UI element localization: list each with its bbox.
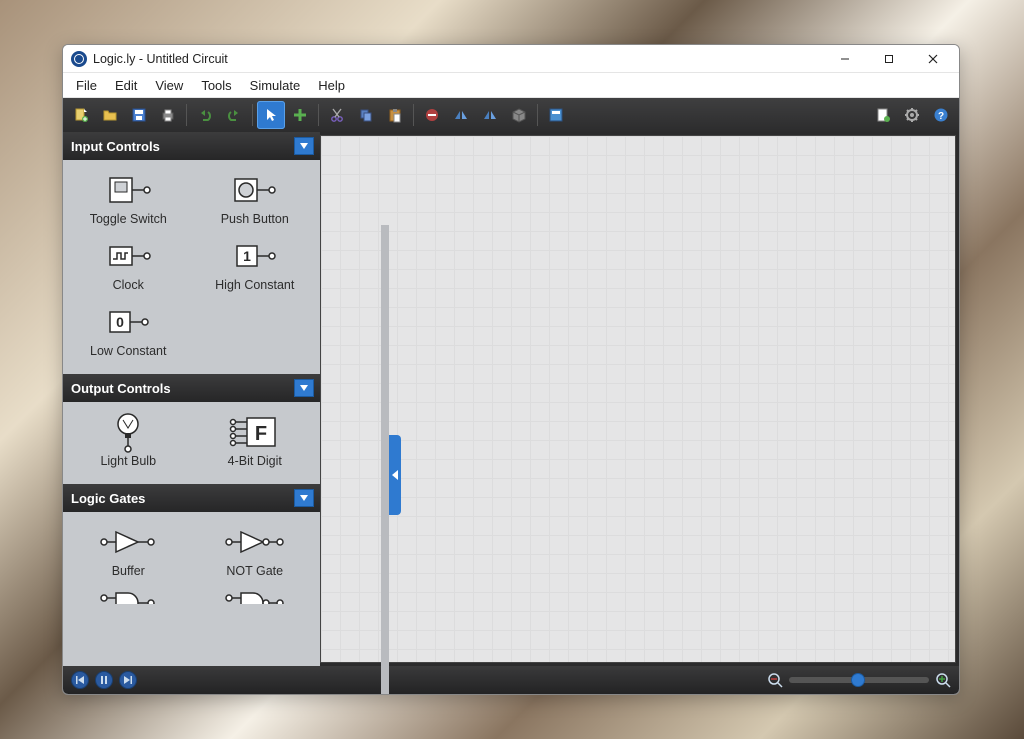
section-title: Input Controls	[71, 139, 160, 154]
app-icon	[71, 51, 87, 67]
section-header-gates[interactable]: Logic Gates	[63, 484, 320, 512]
section-title: Output Controls	[71, 381, 171, 396]
component-clock[interactable]: Clock	[65, 232, 192, 298]
component-four-bit-digit[interactable]: F 4-Bit Digit	[192, 408, 319, 474]
open-file-button[interactable]	[96, 101, 124, 129]
add-tool-button[interactable]	[286, 101, 314, 129]
component-toggle-switch[interactable]: Toggle Switch	[65, 166, 192, 232]
component-label: NOT Gate	[226, 564, 283, 578]
section-title: Logic Gates	[71, 491, 145, 506]
app-window: Logic.ly - Untitled Circuit File Edit Vi…	[62, 44, 960, 695]
component-label: Light Bulb	[100, 454, 156, 468]
component-low-constant[interactable]: 0 Low Constant	[65, 298, 192, 364]
zoom-out-button[interactable]	[767, 672, 783, 688]
maximize-button[interactable]	[867, 45, 911, 73]
component-not-gate[interactable]: NOT Gate	[192, 518, 319, 584]
selection-tool-button[interactable]	[257, 101, 285, 129]
component-sidebar: Input Controls Toggle Switch Push Button…	[63, 132, 320, 666]
section-header-input[interactable]: Input Controls	[63, 132, 320, 160]
component-label: Clock	[113, 278, 144, 292]
print-button[interactable]	[154, 101, 182, 129]
collapse-button[interactable]	[294, 489, 314, 507]
status-bar	[63, 666, 959, 694]
component-high-constant[interactable]: 1 High Constant	[192, 232, 319, 298]
svg-text:?: ?	[938, 111, 944, 122]
push-button-icon	[229, 172, 281, 208]
run-button[interactable]	[542, 101, 570, 129]
collapse-button[interactable]	[294, 137, 314, 155]
toggle-switch-icon	[102, 172, 154, 208]
menu-simulate[interactable]: Simulate	[241, 75, 310, 96]
cut-button[interactable]	[323, 101, 351, 129]
component-label: 4-Bit Digit	[228, 454, 282, 468]
flip-vertical-button[interactable]	[476, 101, 504, 129]
zoom-slider[interactable]	[789, 677, 929, 683]
zoom-in-button[interactable]	[935, 672, 951, 688]
sidebar-collapse-handle[interactable]	[389, 435, 401, 515]
component-push-button[interactable]: Push Button	[192, 166, 319, 232]
component-label: Toggle Switch	[90, 212, 167, 226]
paste-button[interactable]	[381, 101, 409, 129]
window-title: Logic.ly - Untitled Circuit	[93, 52, 228, 66]
menu-bar: File Edit View Tools Simulate Help	[63, 73, 959, 98]
buffer-icon	[98, 524, 158, 560]
step-sim-button[interactable]	[119, 671, 137, 689]
undo-button[interactable]	[191, 101, 219, 129]
help-button[interactable]: ?	[927, 101, 955, 129]
component-buffer[interactable]: Buffer	[65, 518, 192, 584]
palette-output: Light Bulb F 4-Bit Digit	[63, 402, 320, 484]
svg-text:1: 1	[243, 248, 251, 264]
title-bar: Logic.ly - Untitled Circuit	[63, 45, 959, 73]
clock-icon	[102, 238, 154, 274]
component-and-gate[interactable]	[65, 584, 192, 604]
low-constant-icon: 0	[102, 304, 154, 340]
menu-file[interactable]: File	[67, 75, 106, 96]
section-header-output[interactable]: Output Controls	[63, 374, 320, 402]
circuit-canvas[interactable]	[320, 135, 956, 663]
nand-gate-icon	[223, 590, 287, 604]
canvas-wrap	[320, 132, 959, 666]
pause-sim-button[interactable]	[95, 671, 113, 689]
and-gate-icon	[98, 590, 158, 604]
redo-button[interactable]	[220, 101, 248, 129]
component-label: Low Constant	[90, 344, 166, 358]
menu-help[interactable]: Help	[309, 75, 354, 96]
high-constant-icon: 1	[229, 238, 281, 274]
menu-tools[interactable]: Tools	[192, 75, 240, 96]
new-file-button[interactable]	[67, 101, 95, 129]
collapse-button[interactable]	[294, 379, 314, 397]
settings-button[interactable]	[898, 101, 926, 129]
menu-edit[interactable]: Edit	[106, 75, 146, 96]
palette-input: Toggle Switch Push Button Clock 1 High C…	[63, 160, 320, 374]
sidebar-scroll-track[interactable]	[381, 225, 389, 695]
component-label: High Constant	[215, 278, 294, 292]
toolbar: ?	[63, 98, 959, 132]
flip-horizontal-button[interactable]	[447, 101, 475, 129]
component-nand-gate[interactable]	[192, 584, 319, 604]
restart-sim-button[interactable]	[71, 671, 89, 689]
zoom-slider-thumb[interactable]	[851, 673, 865, 687]
component-label: Buffer	[112, 564, 145, 578]
light-bulb-icon	[110, 414, 146, 450]
main-area: Input Controls Toggle Switch Push Button…	[63, 132, 959, 666]
package-button[interactable]	[505, 101, 533, 129]
minimize-button[interactable]	[823, 45, 867, 73]
component-label: Push Button	[221, 212, 289, 226]
close-button[interactable]	[911, 45, 955, 73]
save-file-button[interactable]	[125, 101, 153, 129]
four-bit-digit-icon: F	[227, 414, 283, 450]
svg-text:F: F	[255, 423, 267, 445]
component-light-bulb[interactable]: Light Bulb	[65, 408, 192, 474]
copy-button[interactable]	[352, 101, 380, 129]
delete-button[interactable]	[418, 101, 446, 129]
svg-text:0: 0	[116, 314, 124, 330]
menu-view[interactable]: View	[146, 75, 192, 96]
palette-gates: Buffer NOT Gate	[63, 512, 320, 604]
document-button[interactable]	[869, 101, 897, 129]
not-gate-icon	[223, 524, 287, 560]
